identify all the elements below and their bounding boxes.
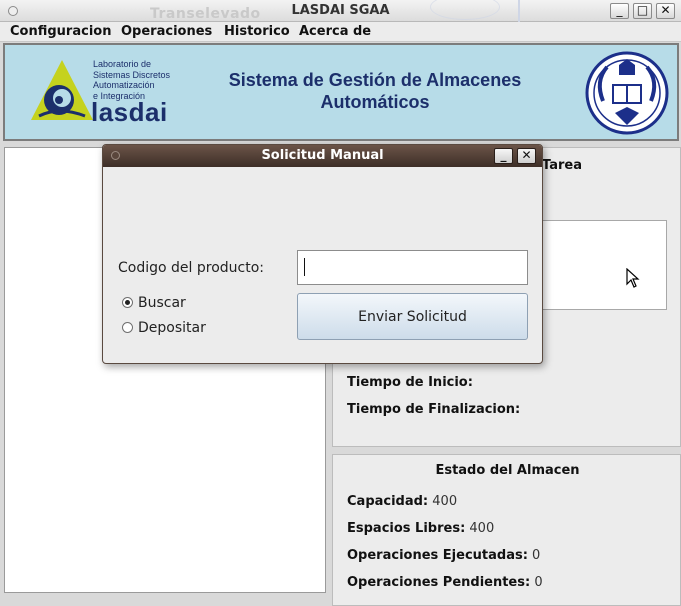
text-caret (304, 258, 305, 276)
lasdai-logo-icon (31, 60, 93, 120)
start-time-label: Tiempo de Inicio: (347, 375, 473, 390)
warehouse-status-panel: Estado del Almacen Capacidad: 400 Espaci… (332, 454, 681, 606)
logo-line: Sistemas Discretos (93, 69, 171, 80)
menu-historico[interactable]: Historico (224, 24, 290, 39)
maximize-button[interactable]: □ (633, 3, 652, 19)
banner-title-line1: Sistema de Gestión de Almacenes (228, 70, 522, 90)
window-title: LASDAI SGAA (291, 3, 390, 18)
dialog-minimize-button[interactable]: _ (494, 148, 513, 164)
radio-depositar-indicator[interactable] (122, 322, 133, 333)
product-code-input[interactable] (297, 250, 528, 285)
close-button[interactable]: ✕ (656, 3, 675, 19)
logo-line: Automatización (93, 80, 155, 90)
university-seal-icon (585, 51, 669, 135)
radio-buscar[interactable]: Buscar (122, 295, 186, 311)
dialog-title: Solicitud Manual (261, 148, 384, 163)
radio-depositar-label[interactable]: Depositar (138, 320, 206, 336)
radio-depositar[interactable]: Depositar (122, 320, 206, 336)
free-spaces-value: 400 (469, 521, 495, 536)
dialog-close-button[interactable]: ✕ (517, 148, 536, 164)
executed-ops-label: Operaciones Ejecutadas: (347, 548, 528, 563)
menu-configuracion[interactable]: Configuracion (10, 24, 111, 39)
banner-title: Sistema de Gestión de Almacenes Automáti… (195, 69, 555, 113)
pending-ops-label: Operaciones Pendientes: (347, 575, 531, 590)
radio-buscar-label[interactable]: Buscar (138, 295, 186, 311)
task-panel-header: Tarea (542, 158, 582, 173)
product-code-label: Codigo del producto: (118, 260, 264, 276)
banner-title-line2: Automáticos (320, 92, 430, 112)
free-spaces-label: Espacios Libres: (347, 521, 466, 536)
menu-acerca-de[interactable]: Acerca de (299, 24, 371, 39)
lasdai-logo-word: lasdai (91, 97, 168, 127)
logo-line: Laboratorio de (93, 59, 152, 69)
radio-buscar-indicator[interactable] (122, 297, 133, 308)
executed-ops-value: 0 (532, 548, 541, 563)
free-spaces-row: Espacios Libres: 400 (347, 521, 494, 536)
warehouse-status-header: Estado del Almacen (435, 463, 580, 478)
lasdai-logo-subtitle: Laboratorio de Sistemas Discretos Automa… (93, 59, 170, 101)
menu-bar: Configuracion Operaciones Historico Acer… (0, 22, 681, 42)
pending-ops-row: Operaciones Pendientes: 0 (347, 575, 543, 590)
window-titlebar: Transelevado LASDAI SGAA _ □ ✕ (0, 0, 681, 22)
capacity-row: Capacidad: 400 (347, 494, 457, 509)
end-time-label: Tiempo de Finalizacion: (347, 402, 521, 417)
header-banner: Laboratorio de Sistemas Discretos Automa… (3, 43, 679, 141)
pending-ops-value: 0 (534, 575, 543, 590)
manual-request-dialog: Solicitud Manual _ ✕ Codigo del producto… (102, 144, 543, 364)
minimize-button[interactable]: _ (610, 3, 629, 19)
dialog-titlebar: Solicitud Manual _ ✕ (103, 145, 542, 167)
menu-operaciones[interactable]: Operaciones (121, 24, 212, 39)
executed-ops-row: Operaciones Ejecutadas: 0 (347, 548, 540, 563)
send-request-button[interactable]: Enviar Solicitud (297, 293, 528, 340)
mouse-cursor-icon (626, 268, 640, 288)
capacity-value: 400 (432, 494, 458, 509)
capacity-label: Capacidad: (347, 494, 429, 509)
